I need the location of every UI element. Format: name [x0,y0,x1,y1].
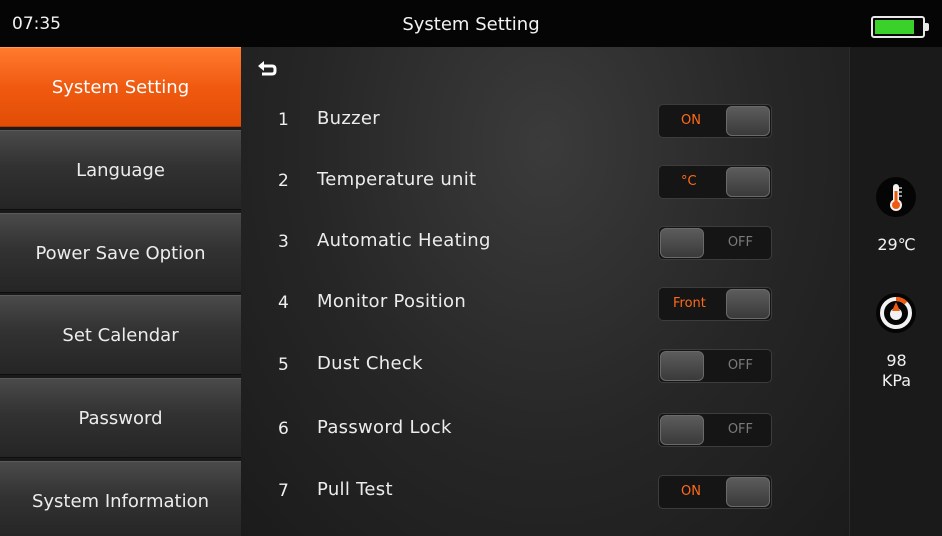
row-number: 6 [278,419,289,439]
sidebar-item-password[interactable]: Password [0,378,241,458]
sidebar-item-label: Power Save Option [35,242,206,264]
toggle-value: Front [673,296,706,311]
battery-level [875,20,915,34]
row-label: Monitor Position [317,291,467,312]
thermometer-icon [876,177,916,217]
battery-icon [871,16,929,38]
pressure-gauge-icon [876,293,916,333]
password-lock-toggle[interactable]: OFF [658,413,772,447]
pressure-value: 98 [886,351,907,370]
temperature-unit-toggle[interactable]: °C [658,165,772,199]
monitor-position-toggle[interactable]: Front [658,287,772,321]
setting-row-dust-check: 5 Dust Check OFF [241,347,849,387]
temperature-value: 29℃ [877,235,916,254]
sidebar: System Setting Language Power Save Optio… [0,47,241,536]
toggle-value: OFF [727,235,753,250]
row-number: 3 [278,232,289,252]
toggle-knob [660,351,704,381]
row-label: Automatic Heating [317,230,491,251]
row-number: 1 [278,110,289,130]
sidebar-item-language[interactable]: Language [0,130,241,210]
row-number: 5 [278,355,289,375]
row-number: 7 [278,481,289,501]
row-label: Dust Check [317,353,423,374]
status-bar: 07:35 System Setting [0,0,942,47]
page-title: System Setting [402,14,540,35]
toggle-value: ON [681,484,701,499]
row-number: 2 [278,171,289,191]
toggle-value: OFF [727,422,753,437]
sidebar-item-system-setting[interactable]: System Setting [0,47,241,127]
sensor-panel: 29℃ 98 KPa [849,47,942,536]
pull-test-toggle[interactable]: ON [658,475,772,509]
pressure-unit: KPa [881,371,912,390]
sidebar-item-label: System Information [31,490,210,512]
sidebar-item-label: Language [76,159,165,181]
setting-row-pull-test: 7 Pull Test ON [241,473,849,513]
setting-row-password-lock: 6 Password Lock OFF [241,411,849,451]
sidebar-item-system-information[interactable]: System Information [0,461,241,536]
toggle-knob [726,106,770,136]
toggle-knob [726,167,770,197]
back-arrow-icon[interactable] [256,57,278,79]
toggle-knob [660,415,704,445]
sidebar-item-label: Set Calendar [62,324,179,346]
setting-row-buzzer: 1 Buzzer ON [241,102,849,142]
dust-check-toggle[interactable]: OFF [658,349,772,383]
row-number: 4 [278,293,289,313]
toggle-value: °C [681,174,697,189]
toggle-value: OFF [727,358,753,373]
row-label: Buzzer [317,108,380,129]
sidebar-item-label: System Setting [51,76,190,98]
setting-row-automatic-heating: 3 Automatic Heating OFF [241,224,849,264]
row-label: Pull Test [317,479,393,500]
toggle-knob [660,228,704,258]
buzzer-toggle[interactable]: ON [658,104,772,138]
toggle-knob [726,477,770,507]
automatic-heating-toggle[interactable]: OFF [658,226,772,260]
setting-row-monitor-position: 4 Monitor Position Front [241,285,849,325]
toggle-value: ON [681,113,701,128]
sidebar-item-label: Password [78,407,163,429]
sidebar-item-power-save-option[interactable]: Power Save Option [0,213,241,293]
setting-row-temperature-unit: 2 Temperature unit °C [241,163,849,203]
settings-panel: 1 Buzzer ON 2 Temperature unit °C 3 Auto… [241,47,849,536]
sidebar-item-set-calendar[interactable]: Set Calendar [0,295,241,375]
toggle-knob [726,289,770,319]
row-label: Password Lock [317,417,452,438]
row-label: Temperature unit [317,169,477,190]
